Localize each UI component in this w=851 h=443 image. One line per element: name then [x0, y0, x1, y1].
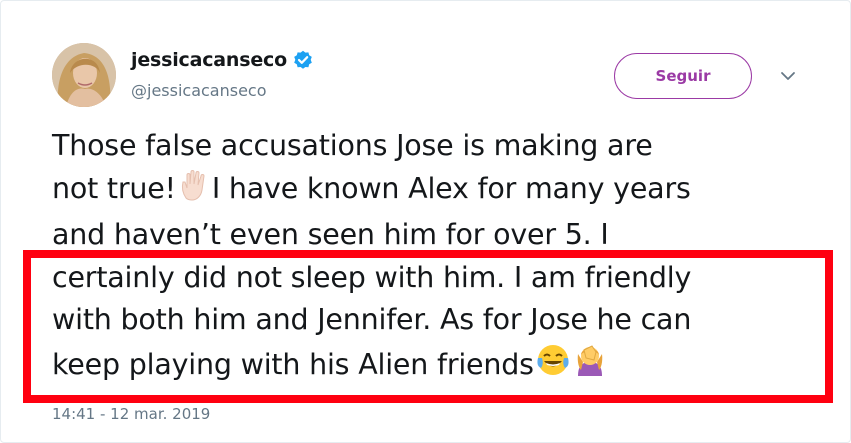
tweet-text: Those false accusations Jose is making a…	[52, 125, 822, 390]
tweet-line-text: keep playing with his Alien friends	[52, 347, 534, 381]
facepalm-icon	[573, 342, 607, 391]
verified-badge-icon	[293, 50, 313, 70]
chevron-down-icon[interactable]	[779, 67, 797, 85]
avatar[interactable]	[52, 43, 116, 107]
user-handle[interactable]: @jessicacanseco	[131, 81, 267, 100]
tweet-line: Those false accusations Jose is making a…	[52, 125, 822, 168]
tweet-line-text: with both him and Jennifer. As for Jose …	[52, 303, 692, 336]
tweet-line-text: Those false accusations Jose is making a…	[52, 129, 653, 162]
tears-of-joy-icon	[535, 342, 571, 391]
tweet-line: not true! I have known Alex for many yea…	[52, 168, 822, 215]
follow-button[interactable]: Seguir	[614, 53, 752, 99]
display-name[interactable]: jessicacanseco	[131, 49, 287, 71]
tweet-line: and haven’t even seen him for over 5. I	[52, 214, 822, 257]
tweet-line-text: not true!	[52, 171, 176, 205]
tweet-line: certainly did not sleep with him. I am f…	[52, 257, 822, 300]
tweet-line-text: I have known Alex for many years	[211, 171, 691, 205]
tweet-line-text: certainly did not sleep with him. I am f…	[52, 260, 692, 294]
tweet-card: jessicacanseco @jessicacanseco Seguir Th…	[0, 0, 851, 443]
raised-hand-icon	[177, 168, 211, 215]
tweet-line-text: and haven’t even seen him for over 5. I	[52, 218, 609, 251]
name-row: jessicacanseco	[131, 49, 313, 71]
tweet-line: with both him and Jennifer. As for Jose …	[52, 299, 822, 342]
tweet-line: keep playing with his Alien friends	[52, 342, 822, 391]
timestamp[interactable]: 14:41 - 12 mar. 2019	[52, 405, 210, 423]
